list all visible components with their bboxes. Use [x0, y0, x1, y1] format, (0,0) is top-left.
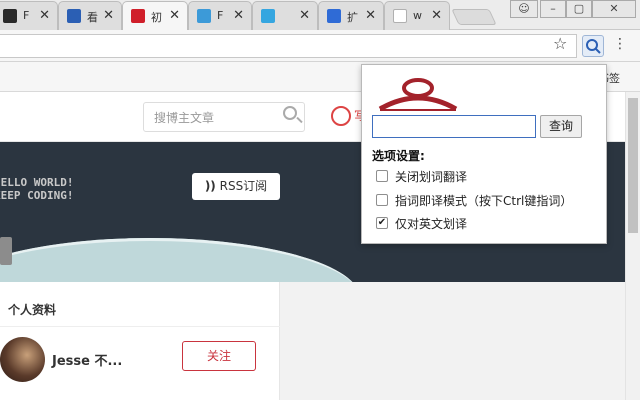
- rss-subscribe-button[interactable]: )) RSS订阅: [192, 173, 280, 200]
- lookup-button[interactable]: 查询: [540, 115, 582, 138]
- browser-tab-4[interactable]: F ✕: [188, 1, 252, 30]
- browser-tab-3-active[interactable]: 初 ✕: [122, 1, 188, 30]
- page-scrollbar[interactable]: [625, 92, 640, 400]
- profile-card: 个人资料 Jesse 不... 关注: [0, 282, 280, 400]
- browser-tab-1[interactable]: F ✕: [0, 1, 58, 30]
- checkbox-checked[interactable]: ✔: [376, 217, 388, 229]
- close-tab-icon[interactable]: ✕: [233, 8, 244, 23]
- username[interactable]: Jesse 不...: [52, 350, 122, 369]
- checkbox[interactable]: [376, 170, 388, 182]
- tab-strip: F ✕ 看 ✕ 初 ✕ F ✕ ✕ 扩 ✕ w ✕ ☺ – ▢ ✕: [0, 0, 640, 30]
- browser-menu-icon[interactable]: ⋮: [613, 36, 627, 52]
- tab-favicon-icon: [67, 9, 81, 23]
- write-icon[interactable]: [331, 106, 351, 126]
- close-window-button[interactable]: ✕: [592, 0, 636, 18]
- tab-favicon-icon: [197, 9, 211, 23]
- tab-favicon-icon: [3, 9, 17, 23]
- profile-card-title: 个人资料: [8, 303, 57, 317]
- tab-title: 扩: [347, 11, 358, 24]
- option-label: 仅对英文划译: [395, 217, 468, 231]
- close-tab-icon[interactable]: ✕: [365, 8, 376, 23]
- avatar[interactable]: [0, 337, 45, 382]
- robot-illustration: [0, 237, 12, 265]
- account-icon[interactable]: ☺: [510, 0, 538, 18]
- close-tab-icon[interactable]: ✕: [103, 8, 114, 23]
- browser-toolbar: [0, 30, 640, 62]
- maximize-button[interactable]: ▢: [566, 0, 592, 18]
- close-tab-icon[interactable]: ✕: [299, 8, 310, 23]
- follow-button[interactable]: 关注: [182, 341, 256, 371]
- lookup-input[interactable]: [372, 115, 536, 138]
- translate-popup: 查询 选项设置: 关闭划词翻译 指词即译模式（按下Ctrl键指词） ✔ 仅对英文…: [361, 64, 607, 244]
- search-icon[interactable]: [283, 106, 297, 120]
- tab-favicon-icon: [327, 9, 341, 23]
- rss-icon: )): [204, 179, 216, 193]
- close-tab-icon[interactable]: ✕: [39, 8, 50, 23]
- tab-title: w: [413, 9, 422, 22]
- option-label: 指词即译模式（按下Ctrl键指词）: [395, 194, 573, 208]
- rss-label: RSS订阅: [219, 179, 268, 193]
- checkbox[interactable]: [376, 194, 388, 206]
- browser-tab-6[interactable]: 扩 ✕: [318, 1, 384, 30]
- browser-tab-7[interactable]: w ✕: [384, 1, 450, 30]
- new-tab-button[interactable]: [451, 9, 497, 25]
- banner-slogan: HELLO WORLD! KEEP CODING!: [0, 176, 73, 202]
- tab-favicon-icon: [131, 9, 145, 23]
- blog-search-input[interactable]: 搜博主文章: [143, 102, 305, 132]
- bookmark-star-icon[interactable]: ☆: [553, 34, 567, 53]
- dictionary-logo-icon: [378, 78, 458, 112]
- planet-rim: [0, 238, 360, 282]
- scrollbar-thumb[interactable]: [628, 98, 638, 233]
- address-bar[interactable]: [0, 34, 577, 58]
- magnifier-icon: [586, 39, 601, 54]
- close-tab-icon[interactable]: ✕: [431, 8, 442, 23]
- banner-line: KEEP CODING!: [0, 189, 74, 202]
- banner-line: HELLO WORLD!: [0, 176, 74, 189]
- options-title: 选项设置:: [372, 149, 425, 163]
- divider: [0, 326, 280, 327]
- tab-title: 初: [151, 11, 162, 24]
- browser-tab-5[interactable]: ✕: [252, 1, 318, 30]
- option-label: 关闭划词翻译: [395, 170, 468, 184]
- document-favicon-icon: [393, 9, 407, 23]
- minimize-button[interactable]: –: [540, 0, 566, 18]
- translate-extension-icon[interactable]: [582, 35, 604, 57]
- browser-tab-2[interactable]: 看 ✕: [58, 1, 122, 30]
- tab-favicon-icon: [261, 9, 275, 23]
- close-tab-icon[interactable]: ✕: [169, 8, 180, 23]
